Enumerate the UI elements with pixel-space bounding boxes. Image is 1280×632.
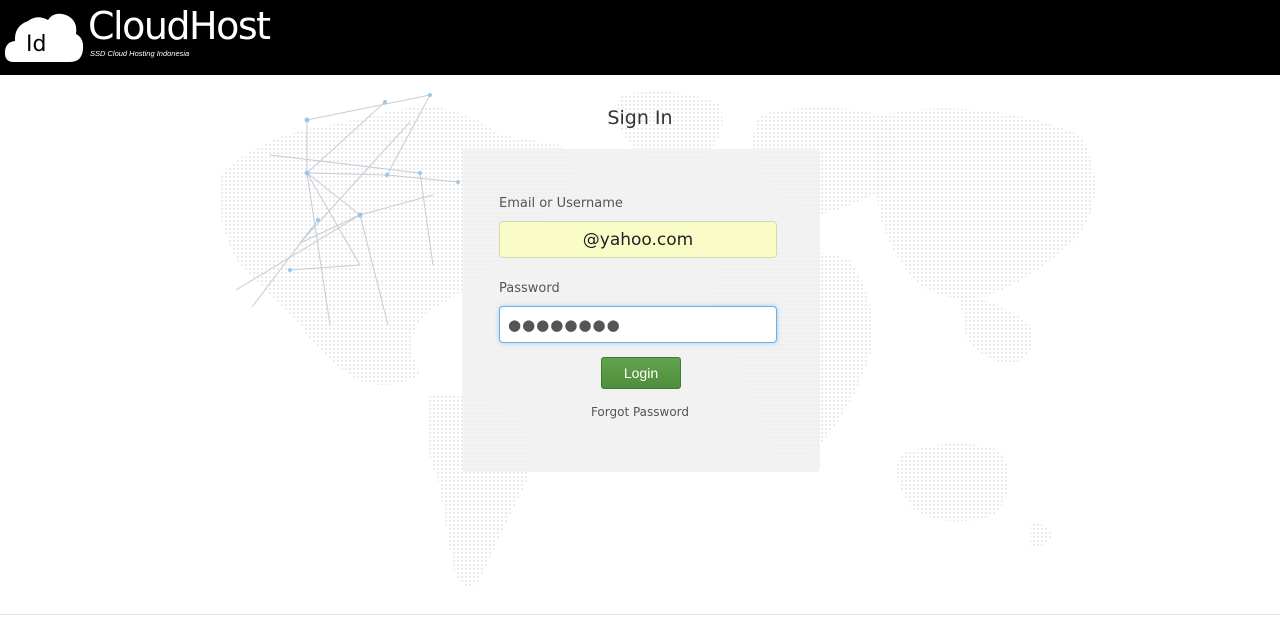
login-button[interactable]: Login xyxy=(601,357,681,389)
forgot-password-text[interactable]: Forgot Password xyxy=(591,405,689,419)
brand-name: CloudHost xyxy=(88,4,271,48)
header-bar: Id CloudHost SSD Cloud Hosting Indonesia xyxy=(0,0,1280,75)
cloud-logo-icon: Id xyxy=(4,13,84,63)
logo[interactable]: Id CloudHost SSD Cloud Hosting Indonesia xyxy=(4,4,284,68)
logo-badge-text: Id xyxy=(26,32,46,57)
password-label: Password xyxy=(499,281,560,296)
footer-divider xyxy=(0,614,1280,615)
email-label: Email or Username xyxy=(499,196,623,211)
password-field[interactable]: ●●●●●●●● xyxy=(499,306,777,343)
forgot-password-link: Forgot Password xyxy=(0,405,1280,419)
email-field[interactable]: @yahoo.com xyxy=(499,221,777,258)
brand-tagline: SSD Cloud Hosting Indonesia xyxy=(90,49,190,58)
page-title: Sign In xyxy=(607,107,673,129)
